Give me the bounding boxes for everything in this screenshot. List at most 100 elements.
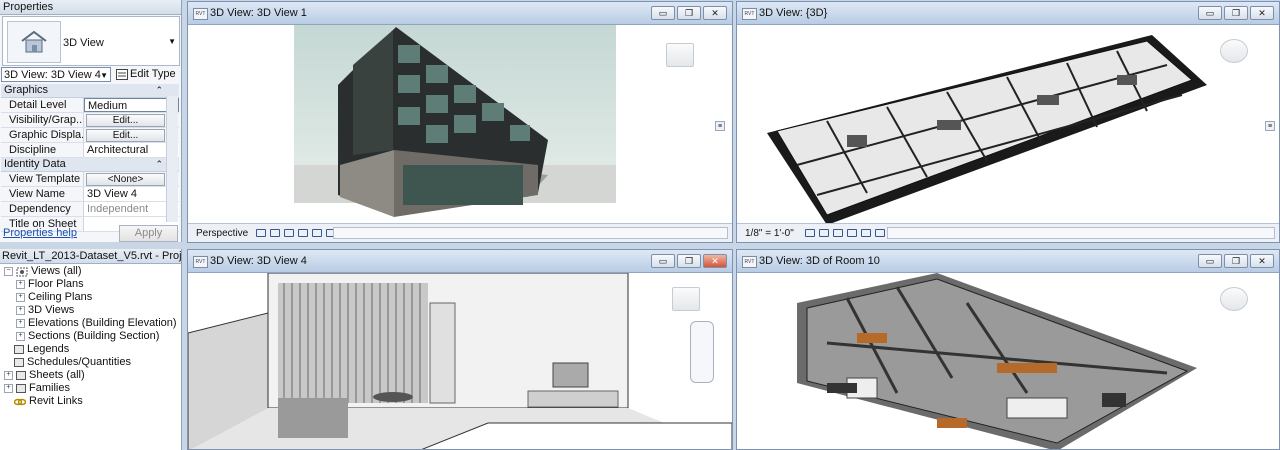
close-button[interactable]: ✕ (703, 254, 727, 268)
restore-button[interactable]: ❐ (677, 254, 701, 268)
view-template-button[interactable]: <None> (86, 173, 165, 186)
view-selector-label: 3D View: 3D View 4 (4, 69, 101, 81)
tree-item-3d-views[interactable]: +3D Views (16, 304, 74, 317)
prop-row[interactable]: Dependency Independent (1, 202, 179, 217)
properties-help-link[interactable]: Properties help (3, 227, 77, 239)
expand-icon[interactable]: + (16, 293, 25, 302)
view-canvas[interactable]: ≡ (737, 25, 1279, 225)
prop-row[interactable]: Detail Level Medium (1, 98, 179, 113)
minimize-button[interactable]: ▭ (1198, 254, 1222, 268)
view-canvas[interactable] (737, 273, 1279, 449)
view-window-3d-of-room-10[interactable]: RVT 3D View: 3D of Room 10 ▭ ❐ ✕ (736, 249, 1280, 450)
house-icon (7, 21, 61, 63)
viewcube-icon[interactable] (1220, 287, 1248, 311)
sun-path-icon[interactable] (833, 229, 843, 237)
viewcube-icon[interactable] (666, 43, 694, 67)
view-canvas[interactable] (188, 273, 732, 449)
tree-item-ceiling-plans[interactable]: + Ceiling Plans (16, 291, 92, 304)
view-window-3d-view-1[interactable]: RVT 3D View: 3D View 1 ▭ ❐ ✕ ≡ Perspective (187, 1, 733, 243)
expand-icon[interactable]: + (4, 384, 13, 393)
chevron-down-icon[interactable]: ▼ (100, 68, 108, 83)
expand-icon[interactable]: + (16, 319, 25, 328)
prop-key: Discipline (1, 143, 84, 157)
window-titlebar[interactable]: RVT 3D View: 3D of Room 10 ▭ ❐ ✕ (737, 250, 1279, 273)
window-titlebar[interactable]: RVT 3D View: 3D View 4 ▭ ❐ ✕ (188, 250, 732, 273)
properties-palette: Properties 3D View ▼ 3D View: 3D View 4 … (0, 0, 182, 242)
tree-label: Sections (Building Section) (28, 330, 160, 342)
expand-icon[interactable]: + (16, 306, 25, 315)
shadows-icon[interactable] (847, 229, 857, 237)
prop-row[interactable]: Visibility/Grap... Edit... (1, 113, 179, 128)
detail-level-field[interactable]: Medium (84, 98, 179, 112)
view-canvas[interactable]: ≡ (188, 25, 732, 224)
visual-style-icon[interactable] (819, 229, 829, 237)
close-button[interactable]: ✕ (1250, 6, 1274, 20)
collapse-icon[interactable]: ⌃ (155, 158, 163, 171)
group-graphics[interactable]: Graphics ⌃ (1, 84, 179, 98)
properties-scrollbar[interactable] (166, 96, 178, 222)
minimize-button[interactable]: ▭ (651, 254, 675, 268)
tree-item-legends[interactable]: Legends (14, 343, 69, 356)
viewcube-icon[interactable] (1220, 39, 1248, 63)
tree-item-views-all[interactable]: − Views (all) (4, 265, 82, 278)
view-name-value[interactable]: 3D View 4 (84, 187, 179, 201)
apply-button[interactable]: Apply (119, 225, 178, 242)
prop-row[interactable]: Discipline Architectural (1, 143, 179, 158)
schedules-icon (14, 358, 24, 367)
close-button[interactable]: ✕ (1250, 254, 1274, 268)
window-titlebar[interactable]: RVT 3D View: 3D View 1 ▭ ❐ ✕ (188, 2, 732, 25)
expand-icon[interactable]: + (16, 332, 25, 341)
tree-item-elevations[interactable]: + Elevations (Building Elevation) (16, 317, 177, 330)
group-label: Identity Data (4, 158, 66, 170)
prop-row[interactable]: View Name 3D View 4 (1, 187, 179, 202)
minimize-button[interactable]: ▭ (1198, 6, 1222, 20)
collapse-icon[interactable]: ⌃ (155, 84, 163, 97)
horizontal-scrollbar[interactable] (887, 227, 1275, 239)
tree-label: Legends (27, 343, 70, 355)
crop-view-icon[interactable] (875, 229, 885, 237)
detail-level-icon[interactable] (805, 229, 815, 237)
horizontal-scrollbar[interactable] (333, 227, 728, 239)
prop-row[interactable]: Graphic Displa... Edit... (1, 128, 179, 143)
prop-row[interactable]: View Template <None> (1, 172, 179, 187)
detail-level-icon[interactable] (256, 229, 266, 237)
vertical-scroll-thumb[interactable]: ≡ (715, 121, 725, 131)
window-titlebar[interactable]: RVT 3D View: {3D} ▭ ❐ ✕ (737, 2, 1279, 25)
tree-item-schedules[interactable]: Schedules/Quantities (14, 356, 131, 369)
tree-label: Families (29, 382, 70, 394)
view-window-3d-view-4[interactable]: RVT 3D View: 3D View 4 ▭ ❐ ✕ (187, 249, 733, 450)
view-window-3d-default[interactable]: RVT 3D View: {3D} ▭ ❐ ✕ ≡ 1/8" = 1'-0" (736, 1, 1280, 243)
view-instance-selector[interactable]: 3D View: 3D View 4 ▼ (1, 67, 111, 82)
group-identity-data[interactable]: Identity Data ⌃ (1, 158, 179, 172)
tree-item-sheets[interactable]: + Sheets (all) (4, 369, 85, 382)
render-icon[interactable] (861, 229, 871, 237)
view-scale-label[interactable]: Perspective (188, 228, 252, 239)
visual-style-icon[interactable] (270, 229, 280, 237)
chevron-down-icon[interactable]: ▼ (168, 37, 176, 46)
navigation-bar[interactable] (690, 321, 714, 383)
collapse-icon[interactable]: − (4, 267, 13, 276)
edit-type-button[interactable]: Edit Type (116, 68, 176, 80)
restore-button[interactable]: ❐ (1224, 6, 1248, 20)
close-button[interactable]: ✕ (703, 6, 727, 20)
tree-item-floor-plans[interactable]: + Floor Plans (16, 278, 84, 291)
graphic-display-edit-button[interactable]: Edit... (86, 129, 165, 142)
render-icon[interactable] (312, 229, 322, 237)
restore-button[interactable]: ❐ (677, 6, 701, 20)
tree-item-revit-links[interactable]: Revit Links (14, 395, 83, 408)
expand-icon[interactable]: + (4, 371, 13, 380)
type-selector[interactable]: 3D View ▼ (2, 16, 180, 66)
view-scale-label[interactable]: 1/8" = 1'-0" (737, 228, 801, 239)
expand-icon[interactable]: + (16, 280, 25, 289)
tree-item-sections[interactable]: + Sections (Building Section) (16, 330, 159, 343)
discipline-value[interactable]: Architectural (84, 143, 179, 157)
tree-item-families[interactable]: + Families (4, 382, 70, 395)
sun-path-icon[interactable] (284, 229, 294, 237)
restore-button[interactable]: ❐ (1224, 254, 1248, 268)
floor-isometric-render (767, 35, 1207, 225)
visibility-edit-button[interactable]: Edit... (86, 114, 165, 127)
viewcube-icon[interactable] (672, 287, 700, 311)
vertical-scroll-thumb[interactable]: ≡ (1265, 121, 1275, 131)
shadows-icon[interactable] (298, 229, 308, 237)
minimize-button[interactable]: ▭ (651, 6, 675, 20)
